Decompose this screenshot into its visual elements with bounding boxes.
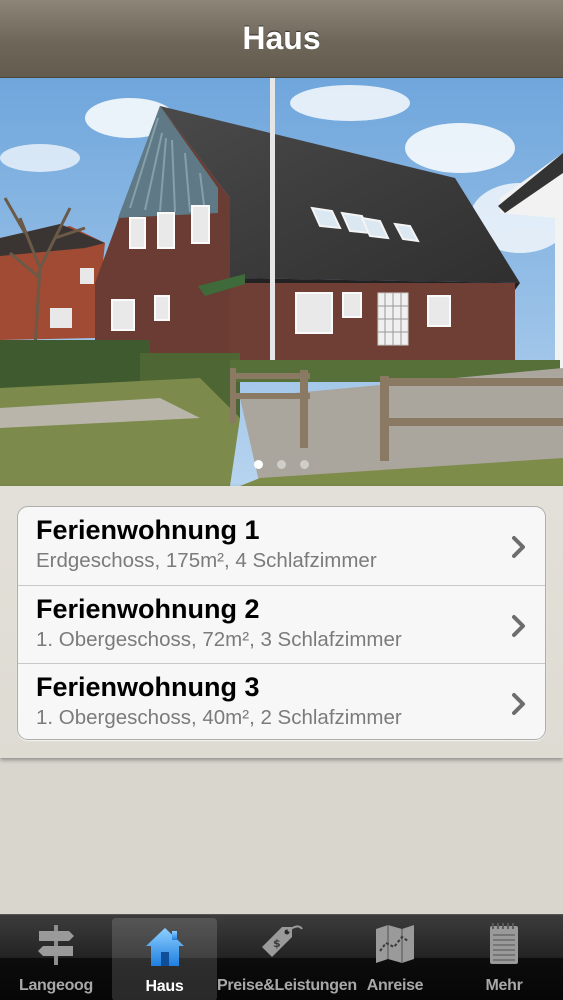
apartment-title: Ferienwohnung 2 [36, 594, 260, 624]
apartment-row-1[interactable]: Ferienwohnung 1 Erdgeschoss, 175m², 4 Sc… [18, 507, 545, 585]
house-photo [0, 78, 563, 486]
tab-label: Haus [145, 978, 184, 995]
price-tag-icon: $ [262, 925, 303, 957]
apartment-title: Ferienwohnung 3 [36, 672, 260, 702]
tab-mehr[interactable]: Mehr [445, 915, 563, 1000]
house-icon [145, 928, 184, 966]
apartment-row-2[interactable]: Ferienwohnung 2 1. Obergeschoss, 72m², 3… [18, 585, 545, 663]
tab-label: Preise&Leistungen [217, 977, 357, 994]
tab-preise-leistungen[interactable]: $ Preise&Leistungen [217, 915, 357, 1000]
house-photo-carousel[interactable] [0, 78, 563, 486]
tab-label: Anreise [366, 977, 424, 994]
chevron-right-icon [512, 536, 525, 558]
apartment-list: Ferienwohnung 1 Erdgeschoss, 175m², 4 Sc… [17, 506, 546, 740]
map-icon [376, 925, 414, 963]
apartment-subtitle: Erdgeschoss, 175m², 4 Schlafzimmer [36, 549, 377, 572]
notepad-icon [490, 923, 518, 964]
svg-text:$: $ [273, 937, 281, 950]
tab-anreise[interactable]: Anreise [345, 915, 445, 1000]
page-dot-3[interactable] [300, 460, 309, 469]
apartment-title: Ferienwohnung 1 [36, 515, 260, 545]
tab-label: Mehr [485, 977, 523, 994]
tab-label: Langeoog [18, 977, 94, 994]
tab-bar: Langeoog Haus $ Preise&Leistungen Anreis… [0, 914, 563, 1000]
apartment-subtitle: 1. Obergeschoss, 72m², 3 Schlafzimmer [36, 628, 402, 651]
apartment-row-3[interactable]: Ferienwohnung 3 1. Obergeschoss, 40m², 2… [18, 663, 545, 739]
apartment-subtitle: 1. Obergeschoss, 40m², 2 Schlafzimmer [36, 706, 402, 729]
page-title: Haus [242, 20, 321, 56]
chevron-right-icon [512, 693, 525, 715]
tab-langeoog[interactable]: Langeoog [0, 915, 112, 1000]
tab-haus[interactable]: Haus [112, 918, 217, 1000]
page-dot-1[interactable] [254, 460, 263, 469]
page-dot-2[interactable] [277, 460, 286, 469]
navigation-bar: Haus [0, 0, 563, 78]
chevron-right-icon [512, 615, 525, 637]
signpost-icon [38, 925, 74, 965]
page-indicator[interactable] [0, 460, 563, 472]
